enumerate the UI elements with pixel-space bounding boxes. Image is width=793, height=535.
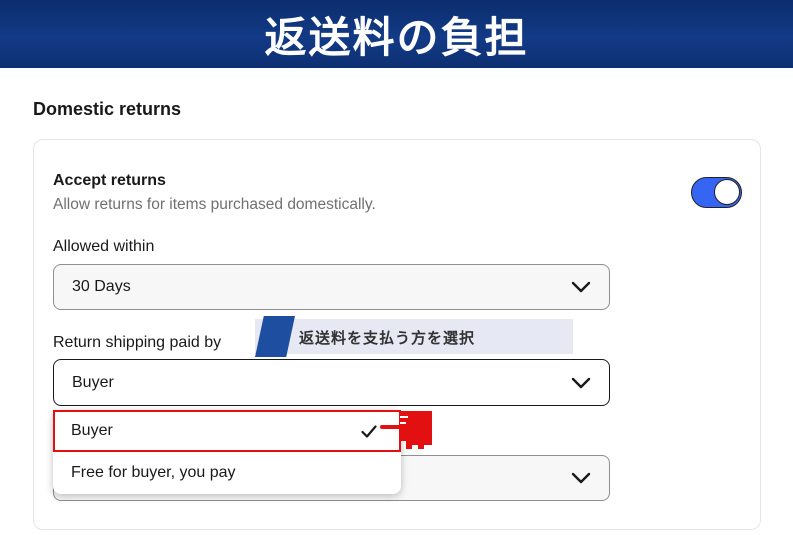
return-shipping-select[interactable]: Buyer	[53, 359, 610, 406]
accept-returns-description: Allow returns for items purchased domest…	[53, 196, 376, 213]
option-label: Free for buyer, you pay	[71, 464, 236, 481]
allowed-within-select[interactable]: 30 Days	[53, 264, 610, 310]
checkmark-icon	[361, 425, 377, 438]
shipping-dropdown-menu: Buyer Free for buyer, you pay	[53, 410, 401, 494]
accept-returns-toggle[interactable]	[691, 177, 742, 208]
annotation-text: 返送料を支払う方を選択	[299, 329, 476, 347]
chevron-down-icon	[571, 281, 591, 293]
allowed-within-label: Allowed within	[53, 238, 155, 255]
return-shipping-label: Return shipping paid by	[53, 334, 222, 351]
section-title: Domestic returns	[33, 99, 182, 119]
option-buyer[interactable]: Buyer	[53, 410, 401, 452]
return-shipping-value: Buyer	[72, 373, 114, 391]
toggle-knob	[714, 179, 740, 205]
allowed-within-value: 30 Days	[72, 278, 131, 295]
callout-accent-bar	[255, 316, 295, 357]
pointing-hand-icon	[380, 411, 432, 449]
accept-returns-title: Accept returns	[53, 172, 166, 189]
option-free-for-buyer[interactable]: Free for buyer, you pay	[53, 452, 401, 494]
annotation-callout: 返送料を支払う方を選択	[255, 316, 573, 357]
chevron-down-icon	[571, 472, 591, 484]
header-banner: 返送料の負担	[0, 0, 793, 68]
chevron-down-icon	[571, 377, 591, 388]
banner-title: 返送料の負担	[264, 12, 529, 62]
option-label: Buyer	[71, 422, 113, 439]
